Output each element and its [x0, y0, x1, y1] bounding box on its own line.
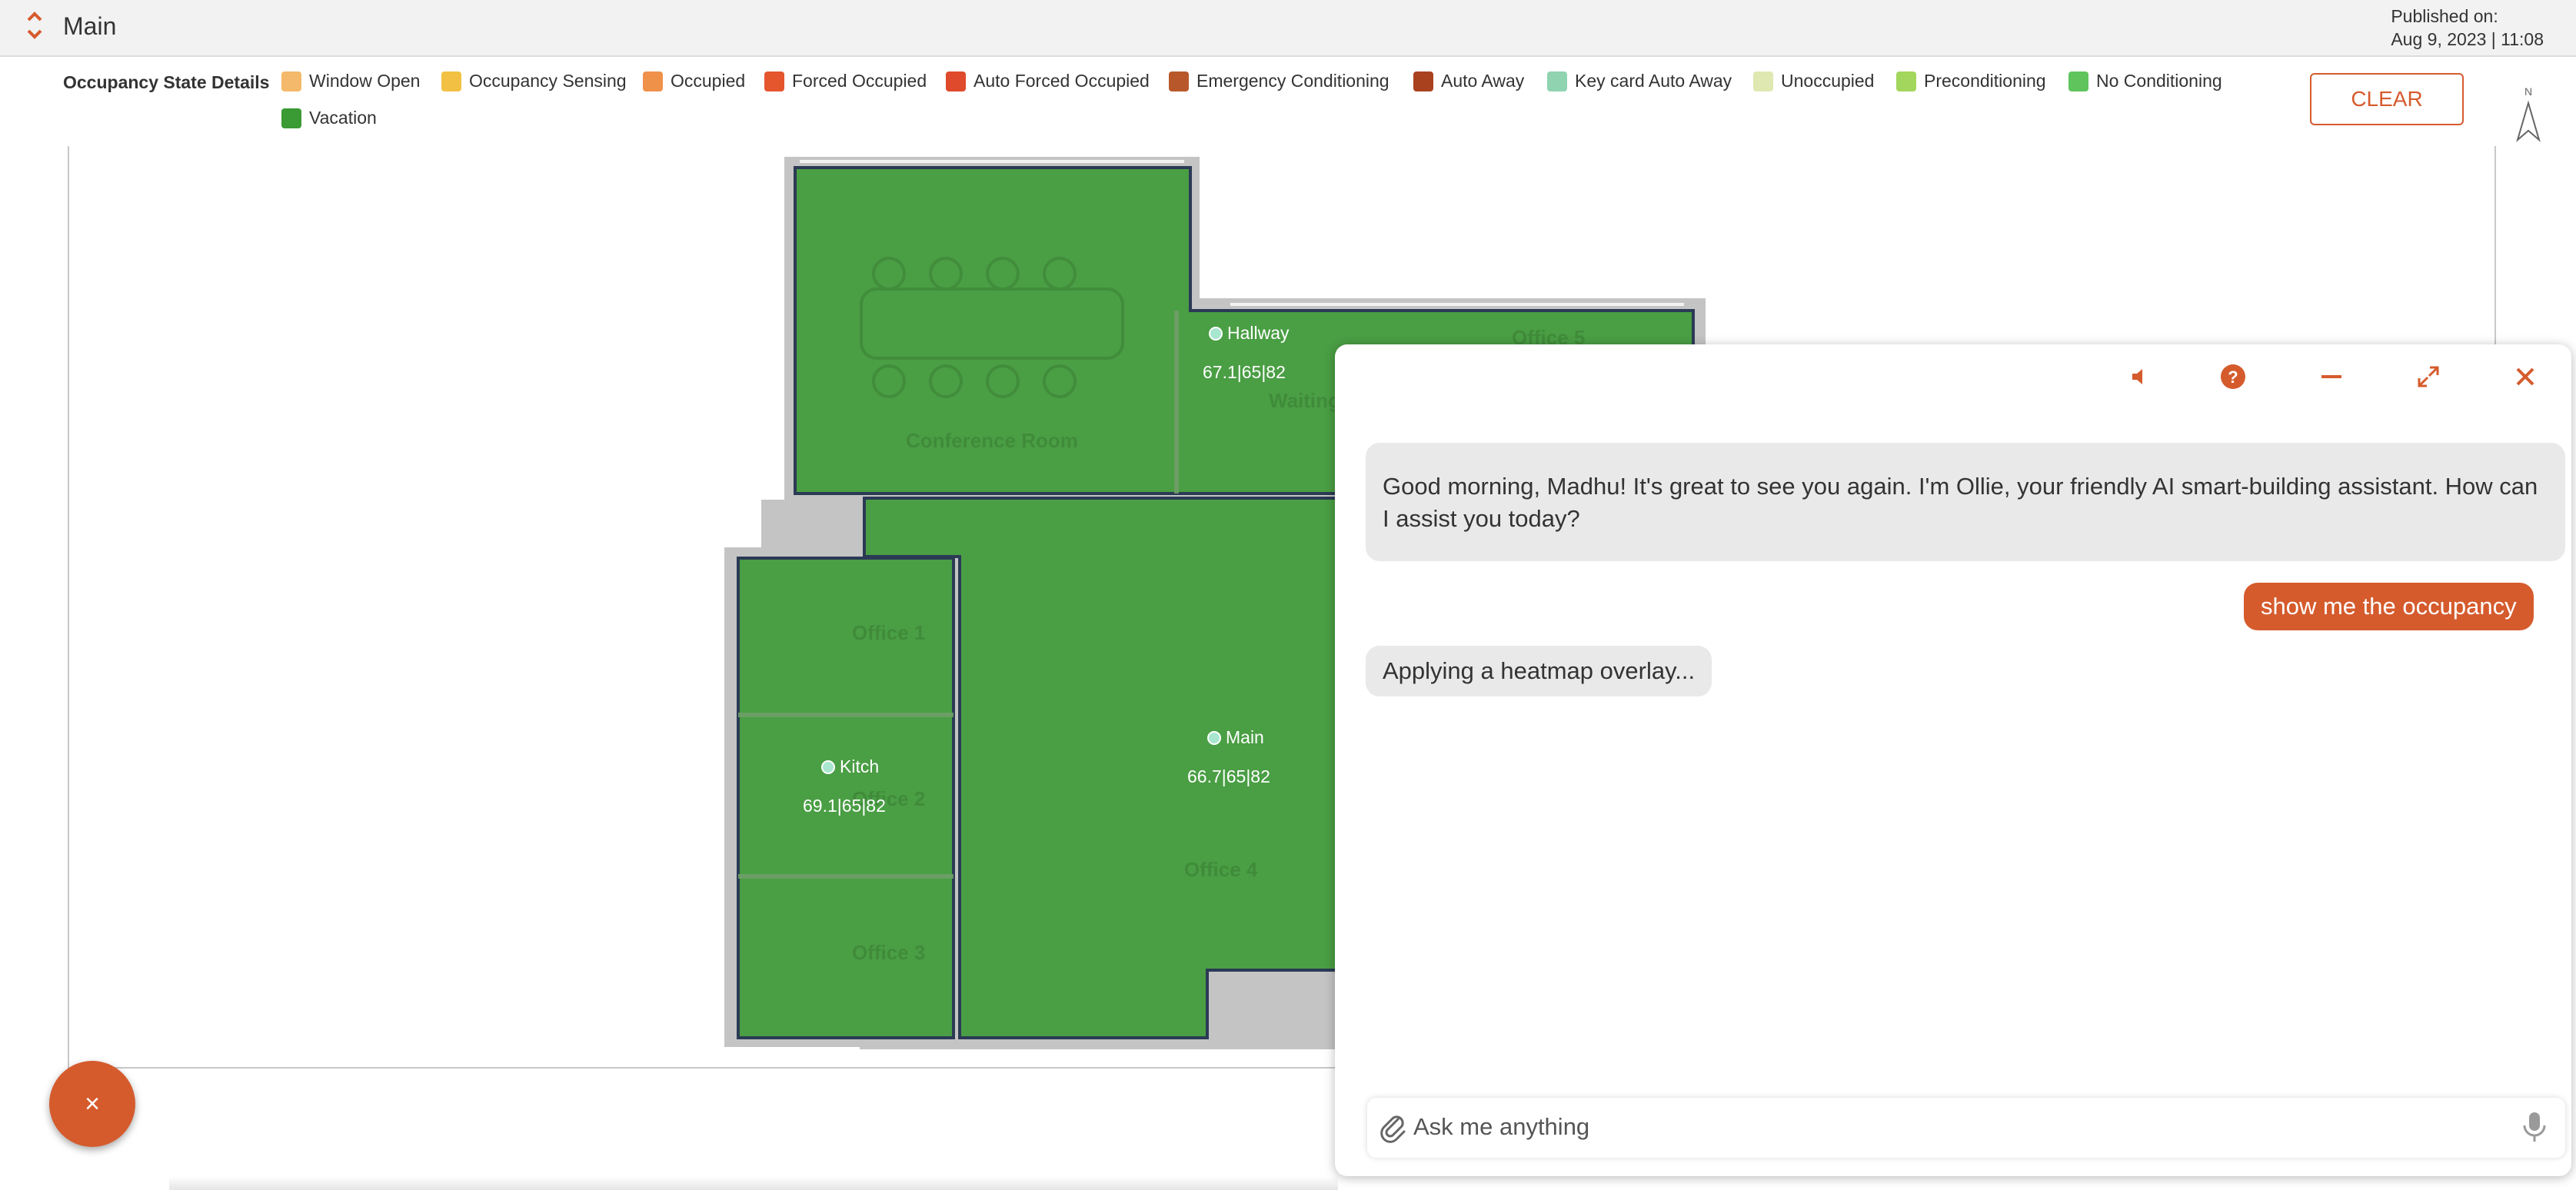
legend-label: Unoccupied [1781, 71, 1875, 91]
top-bar: Main Published on: Aug 9, 2023 | 11:08 [0, 0, 2576, 57]
legend-label: Preconditioning [1924, 71, 2046, 91]
sensor-name: Hallway [1227, 323, 1290, 343]
legend-label: No Conditioning [2096, 71, 2222, 91]
legend-item-auto-away: Auto Away [1413, 71, 1524, 91]
sensor-name: Main [1226, 727, 1264, 747]
volume-icon [2132, 369, 2142, 384]
legend-item-occupancy-sensing: Occupancy Sensing [441, 71, 627, 91]
legend-item-vacation: Vacation [281, 108, 377, 128]
legend-swatch [441, 71, 461, 91]
sensor-readings: 66.7|65|82 [1187, 766, 1270, 786]
minimize-icon [2321, 375, 2341, 378]
legend-swatch [1547, 71, 1567, 91]
legend-swatch [946, 71, 966, 91]
volume-button[interactable] [2122, 360, 2156, 394]
legend-label: Vacation [309, 108, 377, 128]
legend-swatch [1753, 71, 1773, 91]
expand-icon [2418, 366, 2439, 387]
sensor-dot-icon [1209, 327, 1223, 341]
help-button[interactable]: ? [2216, 360, 2250, 394]
legend-item-auto-forced-occupied: Auto Forced Occupied [946, 71, 1150, 91]
sensor-readings: 69.1|65|82 [803, 796, 886, 816]
page-title: Main [63, 12, 117, 40]
legend-title: Occupancy State Details [63, 72, 270, 92]
north-arrow-icon: N [2516, 85, 2541, 142]
room-label-office-1: Office 1 [852, 621, 925, 644]
legend-item-emergency-conditioning: Emergency Conditioning [1169, 71, 1390, 91]
legend-swatch [2068, 71, 2088, 91]
sensor-kitchen[interactable]: Kitch 69.1|65|82 [803, 756, 886, 816]
microphone-icon[interactable] [2519, 1110, 2550, 1144]
legend-item-key-card-auto-away: Key card Auto Away [1547, 71, 1732, 91]
bot-message: Good morning, Madhu! It's great to see y… [1366, 443, 2565, 561]
legend-label: Auto Away [1441, 71, 1525, 91]
close-icon: × [85, 1089, 100, 1119]
legend-swatch [764, 71, 784, 91]
legend-swatch [281, 108, 301, 128]
sensor-hallway[interactable]: Hallway 67.1|65|82 [1203, 323, 1290, 383]
close-icon [2516, 367, 2534, 386]
legend-label: Auto Forced Occupied [973, 71, 1150, 91]
published-value: Aug 9, 2023 | 11:08 [2391, 29, 2544, 49]
legend-label: Occupancy Sensing [469, 71, 627, 91]
sensor-name: Kitch [840, 756, 880, 776]
minimize-button[interactable] [2315, 360, 2348, 394]
bot-message: Applying a heatmap overlay... [1366, 646, 1712, 696]
expand-collapse-icon[interactable] [23, 8, 46, 46]
legend-item-preconditioning: Preconditioning [1896, 71, 2046, 91]
legend-swatch [643, 71, 663, 91]
map-frame-left [68, 146, 69, 1069]
legend-label: Forced Occupied [792, 71, 927, 91]
legend-item-unoccupied: Unoccupied [1753, 71, 1874, 91]
close-chat-fab[interactable]: × [49, 1061, 135, 1147]
room-label-conference: Conference Room [906, 429, 1078, 452]
sensor-main[interactable]: Main 66.7|65|82 [1187, 727, 1270, 787]
user-message: show me the occupancy [2244, 583, 2534, 630]
bottom-shadow [169, 1176, 1338, 1190]
svg-text:?: ? [2228, 367, 2238, 387]
help-icon: ? [2221, 364, 2245, 389]
chat-input-bar [1367, 1098, 2565, 1158]
legend-label: Emergency Conditioning [1196, 71, 1390, 91]
map-frame-right [2494, 146, 2496, 346]
legend-swatch [1896, 71, 1916, 91]
clear-button[interactable]: CLEAR [2310, 73, 2464, 125]
sensor-dot-icon [821, 760, 835, 774]
attach-icon[interactable] [1376, 1110, 1410, 1144]
legend-swatch [1413, 71, 1433, 91]
close-chat-button[interactable] [2508, 360, 2542, 394]
room-label-office-3: Office 3 [852, 941, 925, 964]
legend-swatch [281, 71, 301, 91]
sensor-dot-icon [1207, 731, 1221, 745]
published-info: Published on: Aug 9, 2023 | 11:08 [2391, 5, 2544, 51]
legend-item-no-conditioning: No Conditioning [2068, 71, 2222, 91]
legend-swatch [1169, 71, 1189, 91]
room-label-office-4: Office 4 [1184, 858, 1258, 881]
legend-label: Window Open [309, 71, 421, 91]
expand-button[interactable] [2411, 360, 2445, 394]
legend-item-window-open: Window Open [281, 71, 420, 91]
legend-item-occupied: Occupied [643, 71, 745, 91]
legend-label: Occupied [671, 71, 746, 91]
chat-message-input[interactable] [1413, 1105, 2490, 1148]
published-label: Published on: [2391, 6, 2498, 26]
legend-item-forced-occupied: Forced Occupied [764, 71, 927, 91]
sensor-readings: 67.1|65|82 [1203, 362, 1286, 382]
north-label: N [2524, 85, 2532, 98]
legend-label: Key card Auto Away [1575, 71, 1732, 91]
chat-panel: ? Good morning, Madhu! It's great to see… [1335, 344, 2571, 1176]
